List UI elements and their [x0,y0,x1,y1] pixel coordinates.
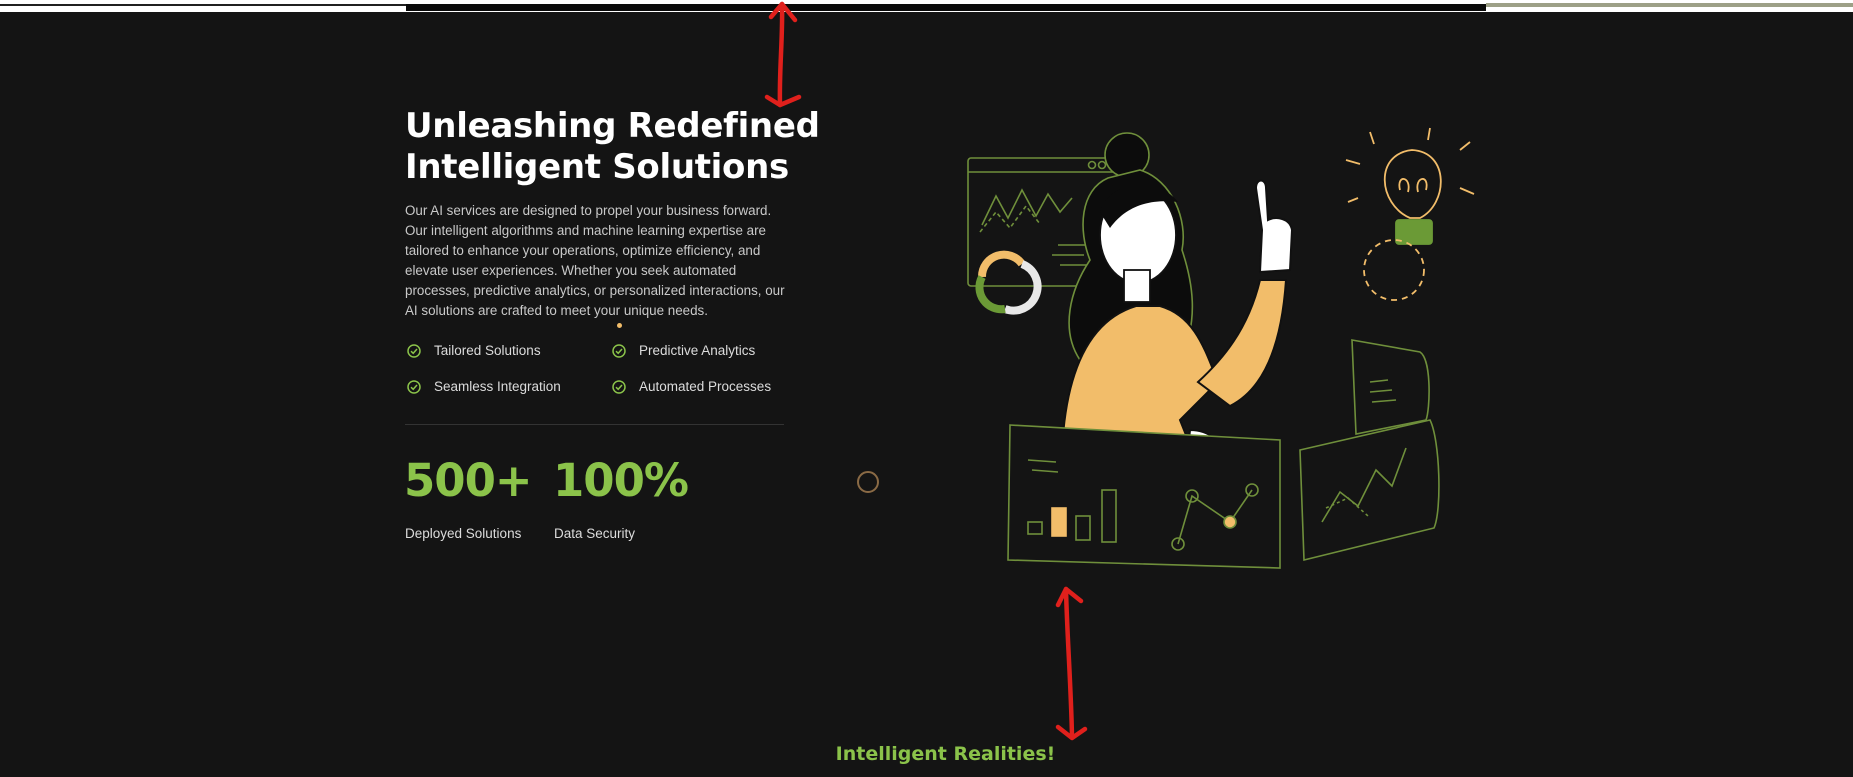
feature-item: Tailored Solutions [407,343,541,358]
nav-bar-edge [1486,3,1853,7]
hero-section: Unleashing Redefined Intelligent Solutio… [0,0,1853,777]
hero-illustration [967,127,1475,569]
next-section-title: Intelligent Realities! [835,743,1056,765]
hero-description: Our AI services are designed to propel y… [405,203,785,318]
feature-label: Predictive Analytics [639,343,756,358]
feature-item: Automated Processes [612,379,771,394]
stat-value-security: 100% [553,454,689,507]
feature-label: Tailored Solutions [434,343,541,358]
hero-title-line2: Intelligent Solutions [405,147,789,187]
donut-chart-illustration [975,250,1042,315]
annotation-arrow-top [764,1,802,108]
feature-list: Tailored Solutions Predictive Analytics … [405,340,785,410]
decorative-dot [617,323,622,328]
check-circle-icon [407,379,421,394]
woman-illustration [1060,132,1294,465]
top-nav-strip [0,0,1853,12]
stats-divider [405,424,784,425]
stat-label-deployed: Deployed Solutions [405,526,522,541]
nav-bar [406,4,1486,11]
hero-title: Unleashing Redefined Intelligent Solutio… [405,106,825,188]
decorative-ring [857,471,879,493]
hero-title-line1: Unleashing Redefined [405,106,820,146]
feature-label: Seamless Integration [434,379,561,394]
feature-item: Predictive Analytics [612,343,755,358]
check-circle-icon [407,343,421,358]
check-circle-icon [612,343,626,358]
check-circle-icon [612,379,626,394]
lightbulb-illustration [1345,127,1475,301]
stat-label-security: Data Security [554,526,636,541]
annotation-arrow-bottom [1055,586,1088,741]
feature-label: Automated Processes [639,379,772,394]
stat-value-deployed: 500+ [404,454,533,507]
feature-item: Seamless Integration [407,379,561,394]
